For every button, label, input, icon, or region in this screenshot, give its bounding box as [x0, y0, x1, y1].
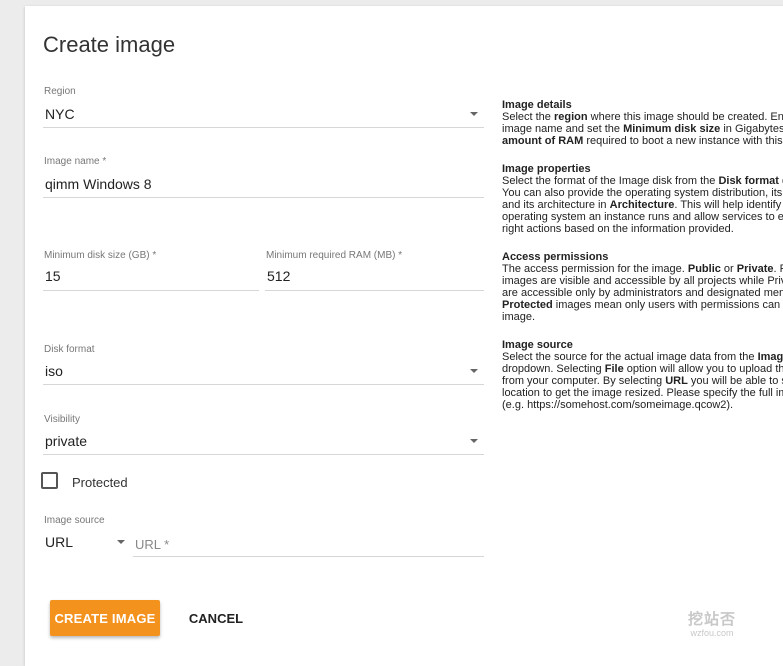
chevron-down-icon[interactable]: [470, 439, 478, 443]
help-text: The access permission for the image. Pub…: [502, 263, 783, 323]
image-source-select[interactable]: URL: [43, 532, 127, 556]
image-name-value: qimm Windows 8: [45, 176, 152, 192]
create-image-dialog: Create image Region NYC Image name * qim…: [25, 6, 783, 666]
protected-label[interactable]: Protected: [72, 475, 128, 490]
help-heading: Image properties: [502, 163, 591, 175]
min-ram-field[interactable]: Minimum required RAM (MB) * 512: [265, 250, 484, 291]
help-heading: Image source: [502, 339, 573, 351]
watermark-logo: 挖站否 wzfou.com: [688, 608, 736, 638]
watermark-sub: wzfou.com: [690, 628, 734, 638]
image-source-label: Image source: [44, 515, 105, 526]
region-value: NYC: [45, 106, 75, 122]
url-input[interactable]: URL *: [133, 532, 484, 557]
dialog-title: Create image: [43, 32, 176, 57]
chevron-down-icon[interactable]: [117, 540, 125, 544]
help-image-details: Image details Select the region where th…: [502, 99, 783, 147]
help-image-source: Image source Select the source for the a…: [502, 339, 783, 411]
help-image-properties: Image properties Select the format of th…: [502, 163, 783, 235]
help-access-permissions: Access permissions The access permission…: [502, 251, 783, 323]
image-name-label: Image name *: [44, 156, 107, 167]
region-label: Region: [44, 86, 76, 97]
help-text: Select the region where this image shoul…: [502, 111, 783, 147]
chevron-down-icon[interactable]: [470, 369, 478, 373]
help-text: Select the format of the Image disk from…: [502, 175, 783, 235]
visibility-value: private: [45, 433, 88, 449]
disk-format-label: Disk format: [44, 344, 95, 355]
cancel-button[interactable]: CANCEL: [175, 600, 257, 636]
visibility-select[interactable]: Visibility private: [43, 414, 484, 455]
min-ram-label: Minimum required RAM (MB) *: [266, 250, 403, 261]
disk-format-select[interactable]: Disk format iso: [43, 344, 484, 385]
create-image-button[interactable]: CREATE IMAGE: [50, 600, 160, 636]
url-placeholder: URL *: [135, 537, 170, 552]
protected-checkbox[interactable]: [41, 472, 58, 489]
help-text: Select the source for the actual image d…: [502, 351, 783, 411]
chevron-down-icon[interactable]: [470, 112, 478, 116]
help-heading: Access permissions: [502, 251, 609, 263]
min-disk-size-field[interactable]: Minimum disk size (GB) * 15: [43, 250, 259, 291]
help-heading: Image details: [502, 99, 572, 111]
watermark-main: 挖站否: [688, 611, 737, 628]
region-select[interactable]: Region NYC: [43, 86, 484, 128]
image-source-value: URL: [45, 534, 74, 550]
min-disk-size-label: Minimum disk size (GB) *: [44, 250, 157, 261]
help-panel: Image details Select the region where th…: [502, 99, 783, 427]
min-disk-size-value: 15: [45, 268, 61, 284]
visibility-label: Visibility: [44, 414, 80, 425]
image-name-field[interactable]: Image name * qimm Windows 8: [43, 156, 484, 198]
disk-format-value: iso: [45, 363, 63, 379]
min-ram-value: 512: [267, 268, 291, 284]
